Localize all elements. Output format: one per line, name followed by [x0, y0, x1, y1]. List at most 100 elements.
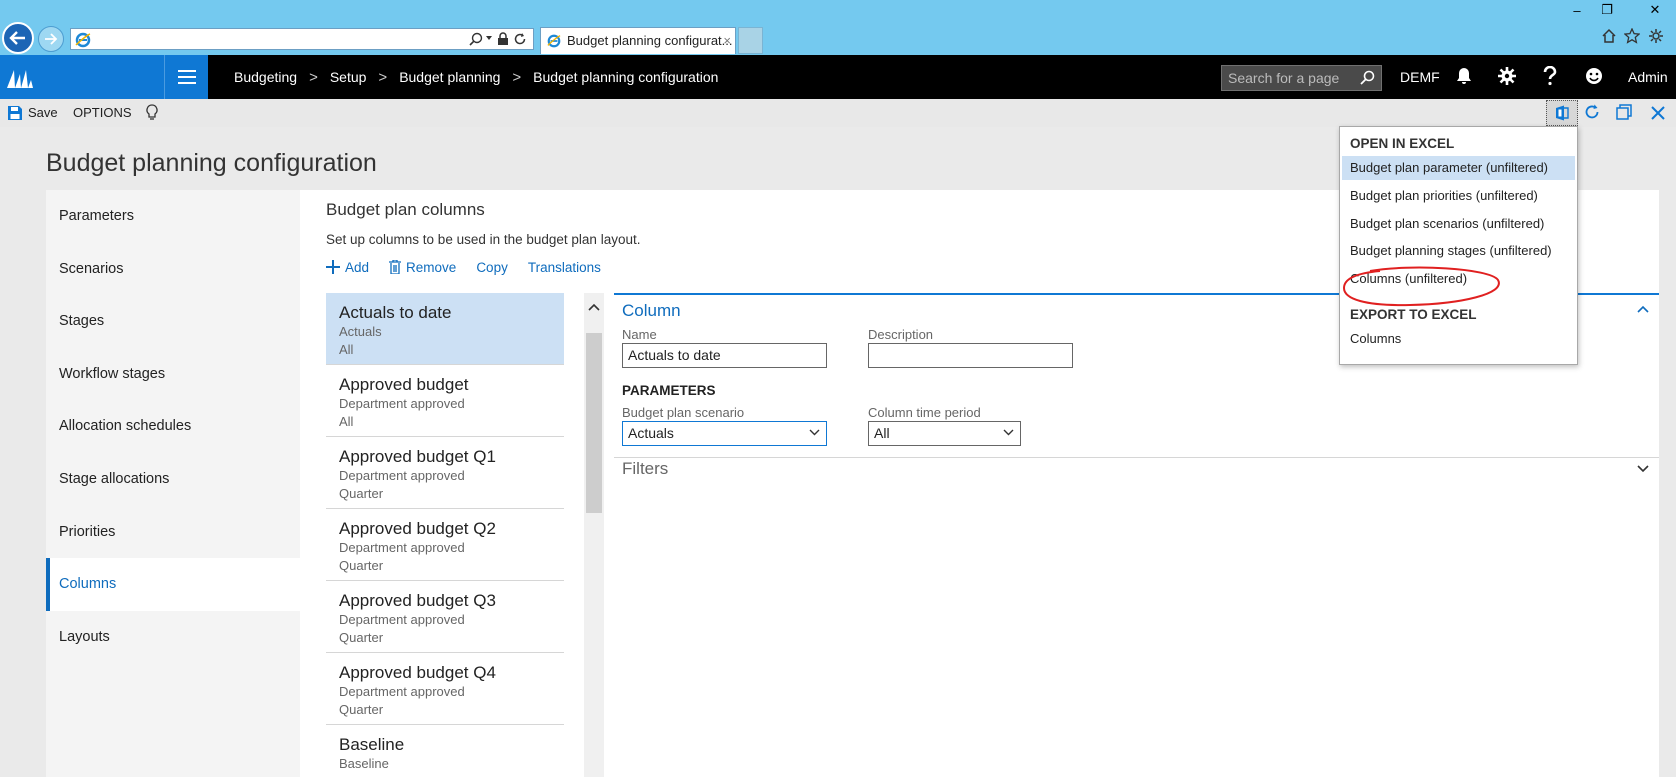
list-item-scenario: Department approved	[339, 612, 465, 627]
period-select[interactable]: All	[868, 421, 1021, 446]
home-icon[interactable]	[1601, 28, 1617, 44]
scenario-value: Actuals	[628, 425, 674, 441]
nav-item-parameters[interactable]: Parameters	[46, 190, 300, 243]
list-item[interactable]: Approved budget Q4 Department approved Q…	[326, 653, 564, 725]
forward-button[interactable]	[38, 26, 64, 52]
arrow-left-icon	[9, 31, 25, 45]
close-page-icon[interactable]	[1651, 106, 1665, 120]
filters-section-header[interactable]: Filters	[622, 459, 668, 479]
company-picker[interactable]: DEMF	[1400, 55, 1440, 99]
page-search-input[interactable]: Search for a page	[1221, 65, 1382, 91]
chevron-up-icon[interactable]	[1637, 305, 1649, 313]
list-item[interactable]: Baseline Baseline	[326, 725, 564, 777]
settings-gear-icon[interactable]	[1498, 67, 1516, 85]
scroll-up-chevron-icon[interactable]	[588, 303, 600, 311]
copy-button[interactable]: Copy	[476, 260, 508, 275]
save-button[interactable]: Save	[8, 105, 58, 120]
column-section-header[interactable]: Column	[622, 301, 681, 321]
remove-button[interactable]: Remove	[389, 260, 456, 275]
translations-button[interactable]: Translations	[528, 260, 601, 275]
name-label: Name	[622, 327, 657, 342]
description-field[interactable]	[868, 343, 1073, 368]
lock-icon[interactable]	[497, 32, 509, 46]
feedback-smiley-icon[interactable]	[1585, 67, 1603, 85]
list-item[interactable]: Approved budget Q2 Department approved Q…	[326, 509, 564, 581]
refresh-icon[interactable]	[513, 32, 527, 46]
ie-tab-icon	[547, 34, 561, 48]
nav-item-scenarios[interactable]: Scenarios	[46, 243, 300, 296]
nav-item-priorities[interactable]: Priorities	[46, 506, 300, 559]
nav-item-stages[interactable]: Stages	[46, 295, 300, 348]
close-window-button[interactable]: ✕	[1642, 0, 1668, 20]
refresh-icon[interactable]	[1584, 104, 1600, 120]
favorites-star-icon[interactable]	[1624, 28, 1640, 44]
tab-close-icon[interactable]: ×	[723, 28, 731, 54]
breadcrumb-budgeting[interactable]: Budgeting	[234, 69, 297, 85]
search-icon[interactable]	[1359, 70, 1375, 86]
list-item-title: Actuals to date	[339, 303, 452, 322]
address-bar[interactable]	[70, 28, 534, 50]
dynamics-logo-icon	[6, 64, 34, 90]
list-item-title: Approved budget	[339, 375, 469, 394]
restore-button[interactable]: ❐	[1594, 0, 1620, 20]
nav-item-workflow-stages[interactable]: Workflow stages	[46, 348, 300, 401]
open-in-office-button[interactable]	[1546, 100, 1578, 126]
list-item[interactable]: Approved budget Q1 Department approved Q…	[326, 437, 564, 509]
breadcrumb-setup[interactable]: Setup	[330, 69, 367, 85]
breadcrumb-budget-planning[interactable]: Budget planning	[399, 69, 500, 85]
left-navigation: Parameters Scenarios Stages Workflow sta…	[46, 190, 300, 777]
menu-item-budget-plan-scenarios[interactable]: Budget plan scenarios (unfiltered)	[1342, 212, 1575, 236]
dropdown-arrow-icon[interactable]	[485, 34, 493, 42]
annotation-circle	[1342, 266, 1500, 307]
minimize-button[interactable]: ‒	[1564, 0, 1590, 20]
name-field[interactable]: Actuals to date	[622, 343, 827, 368]
list-item-scenario: Department approved	[339, 540, 465, 555]
scenario-select[interactable]: Actuals	[622, 421, 827, 446]
menu-item-budget-planning-stages[interactable]: Budget planning stages (unfiltered)	[1342, 239, 1575, 263]
open-in-excel-header: OPEN IN EXCEL	[1350, 136, 1455, 151]
list-item-title: Approved budget Q4	[339, 663, 496, 682]
save-label: Save	[28, 105, 58, 120]
menu-item-export-columns[interactable]: Columns	[1342, 327, 1575, 351]
breadcrumb-current-page[interactable]: Budget planning configuration	[533, 69, 718, 85]
list-item[interactable]: Approved budget Q3 Department approved Q…	[326, 581, 564, 653]
menu-item-budget-plan-priorities[interactable]: Budget plan priorities (unfiltered)	[1342, 184, 1575, 208]
list-scrollbar[interactable]	[584, 293, 604, 777]
breadcrumb: Budgeting > Setup > Budget planning > Bu…	[234, 55, 718, 99]
nav-item-layouts[interactable]: Layouts	[46, 611, 300, 664]
nav-item-columns[interactable]: Columns	[46, 558, 300, 611]
search-icon[interactable]	[469, 32, 483, 46]
new-tab-button[interactable]	[738, 27, 763, 54]
list-item[interactable]: Approved budget Department approved All	[326, 365, 564, 437]
list-item-period: Quarter	[339, 486, 384, 501]
chevron-down-icon[interactable]	[1637, 465, 1649, 473]
scrollbar-thumb[interactable]	[586, 333, 602, 513]
nav-item-stage-allocations[interactable]: Stage allocations	[46, 453, 300, 506]
user-menu[interactable]: Admin	[1628, 55, 1668, 99]
nav-item-allocation-schedules[interactable]: Allocation schedules	[46, 400, 300, 453]
navigation-menu-button[interactable]	[164, 55, 208, 99]
office-icon	[1556, 105, 1569, 121]
add-button[interactable]: Add	[326, 260, 369, 275]
back-button[interactable]	[2, 22, 34, 54]
help-icon[interactable]	[1543, 66, 1557, 86]
action-pane: Save OPTIONS	[0, 99, 1676, 127]
scenario-label: Budget plan scenario	[622, 405, 745, 420]
lightbulb-icon[interactable]	[146, 104, 158, 121]
open-new-window-icon[interactable]	[1616, 104, 1632, 120]
settings-gear-icon[interactable]	[1648, 28, 1664, 44]
trash-icon	[389, 260, 402, 274]
list-item-title: Baseline	[339, 735, 405, 754]
list-item-period: Quarter	[339, 702, 384, 717]
notifications-bell-icon[interactable]	[1456, 67, 1472, 85]
list-item-period: Quarter	[339, 630, 384, 645]
browser-tab[interactable]: Budget planning configurat... ×	[540, 27, 736, 54]
menu-item-budget-plan-parameter[interactable]: Budget plan parameter (unfiltered)	[1342, 156, 1575, 180]
options-tab[interactable]: OPTIONS	[73, 99, 132, 127]
save-disk-icon	[8, 105, 22, 120]
plus-icon	[326, 260, 340, 274]
list-item-scenario: Actuals	[339, 324, 382, 339]
list-item-title: Approved budget Q1	[339, 447, 496, 466]
period-value: All	[874, 425, 890, 441]
list-item[interactable]: Actuals to date Actuals All	[326, 293, 564, 365]
